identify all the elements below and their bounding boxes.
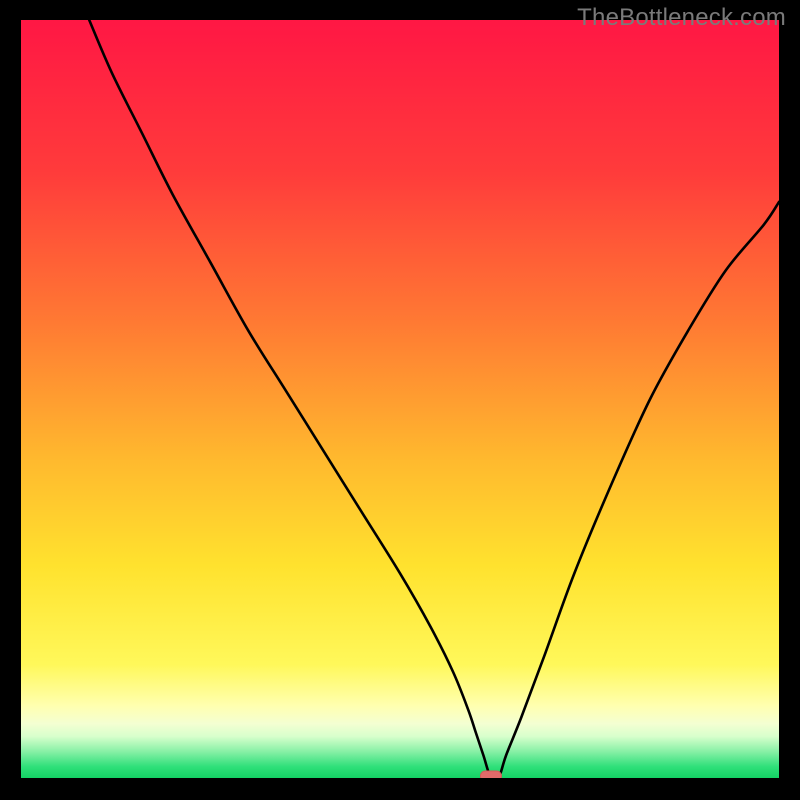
gradient-background (21, 20, 779, 778)
plot-frame (21, 20, 779, 778)
optimum-marker (480, 771, 501, 778)
chart-container: TheBottleneck.com (0, 0, 800, 800)
plot-svg (21, 20, 779, 778)
watermark-text: TheBottleneck.com (577, 4, 786, 32)
